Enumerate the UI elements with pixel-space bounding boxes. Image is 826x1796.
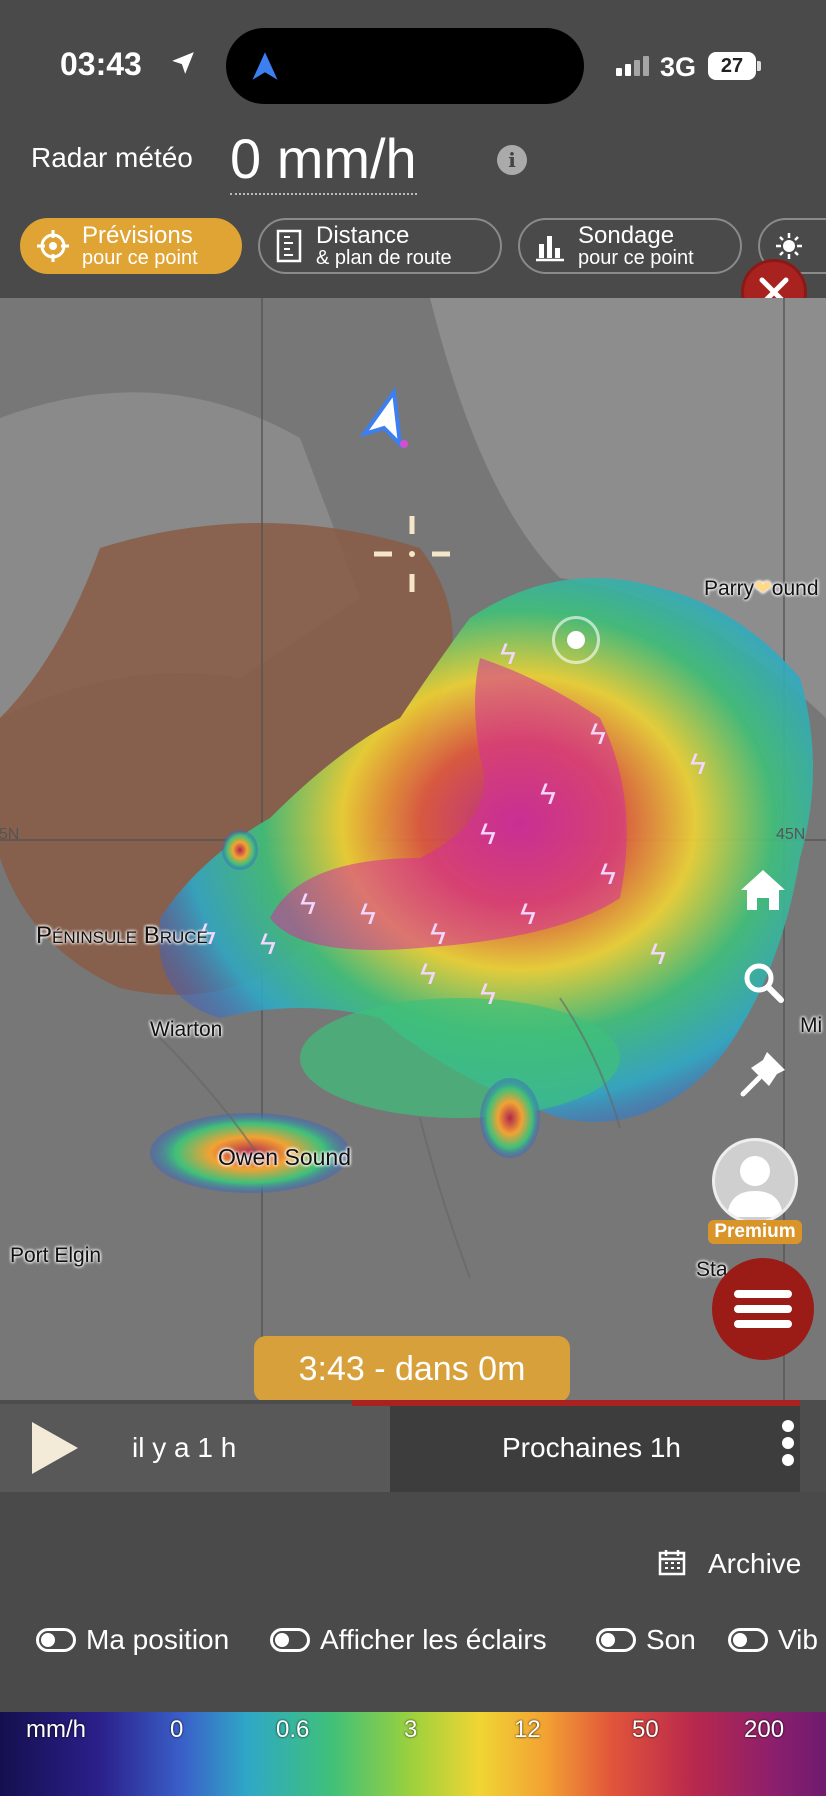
signal-icon: [616, 56, 652, 76]
distance-label: Distance: [316, 222, 410, 249]
battery-icon: 27: [708, 52, 756, 80]
bar-chart-icon: [536, 236, 564, 262]
toggle-vibration[interactable]: Vib: [728, 1622, 826, 1658]
toggle-switch: [596, 1628, 636, 1652]
lightning-icon: ϟ: [420, 958, 436, 991]
sounding-sublabel: pour ce point: [578, 247, 694, 269]
crosshair-icon: [374, 516, 450, 592]
lightning-icon: ϟ: [300, 888, 316, 921]
toggle-sound[interactable]: Son: [596, 1622, 696, 1658]
map-label-port-elgin: Port Elgin: [10, 1244, 102, 1267]
pin-icon[interactable]: [733, 1044, 793, 1104]
premium-badge[interactable]: Premium: [708, 1220, 802, 1244]
lightning-icon: ϟ: [480, 818, 496, 851]
forecast-sublabel: pour ce point: [82, 247, 198, 269]
current-location-marker: [552, 616, 600, 664]
page-title: Radar météo: [31, 142, 193, 173]
time-bubble: 3:43 - dans 0m: [254, 1336, 570, 1402]
avatar[interactable]: [712, 1138, 798, 1224]
calendar-icon[interactable]: [658, 1548, 686, 1576]
sun-icon: [776, 233, 802, 259]
sounding-button[interactable]: Sondage pour ce point: [518, 218, 742, 274]
search-icon[interactable]: [733, 952, 793, 1012]
lightning-icon: ϟ: [600, 858, 616, 891]
toggle-switch: [270, 1628, 310, 1652]
lightning-icon: ϟ: [690, 748, 706, 781]
map-label-mi: Mi: [800, 1014, 823, 1037]
location-arrow-icon: [172, 52, 194, 74]
timeline-progress: [352, 1400, 800, 1406]
user-icon: [727, 1156, 783, 1217]
lightning-icon: ϟ: [500, 638, 516, 671]
ruler-icon: [276, 229, 302, 263]
home-icon[interactable]: [733, 860, 793, 920]
archive-button[interactable]: Archive: [708, 1548, 801, 1580]
toggle-label: Son: [646, 1624, 696, 1655]
play-icon[interactable]: [32, 1422, 78, 1474]
legend-unit: mm/h: [26, 1716, 86, 1743]
toggle-label: Ma position: [86, 1624, 230, 1655]
rain-rate-value[interactable]: 0 mm/h: [230, 126, 417, 195]
battery-tip: [757, 61, 761, 71]
network-type: 3G: [660, 52, 697, 82]
map-label-wiarton: Wiarton: [150, 1018, 223, 1041]
toggle-label: Afficher les éclairs: [320, 1624, 547, 1655]
map-label-owen-sound: Owen Sound: [218, 1144, 351, 1170]
toggle-switch: [728, 1628, 768, 1652]
lightning-icon: ϟ: [540, 778, 556, 811]
radar-map[interactable]: ϟ ϟ ϟ ϟ ϟ ϟ ϟ ϟ ϟ ϟ ϟ ϟ ϟ ϟ ϟ Parry❤ound…: [0, 298, 826, 1400]
map-label-parry: Parry: [704, 577, 755, 600]
map-label-parry-suffix: ound: [771, 577, 819, 600]
lightning-icon: ϟ: [520, 898, 536, 931]
map-label-lat-left: 45N: [0, 826, 20, 843]
more-options-icon[interactable]: [778, 1420, 798, 1474]
heart-icon: ❤: [754, 577, 772, 600]
distance-route-button[interactable]: Distance & plan de route: [258, 218, 502, 274]
legend-tick: 0: [170, 1716, 184, 1743]
legend-tick: 12: [514, 1716, 541, 1743]
legend-tick: 200: [744, 1716, 785, 1743]
lightning-icon: ϟ: [430, 918, 446, 951]
distance-sublabel: & plan de route: [316, 247, 452, 269]
heading-arrow-icon: [360, 388, 408, 448]
legend-tick: 50: [632, 1716, 659, 1743]
forecast-label: Prévisions: [82, 222, 193, 249]
timeline-next-label: Prochaines 1h: [502, 1432, 682, 1463]
lightning-icon: ϟ: [480, 978, 496, 1011]
info-icon[interactable]: i: [497, 145, 527, 175]
map-label-lat-right: 45N: [776, 826, 806, 843]
crosshair-icon: [37, 230, 69, 262]
legend-tick: 3: [404, 1716, 418, 1743]
sounding-label: Sondage: [578, 222, 675, 249]
hamburger-icon: [734, 1290, 792, 1328]
lightning-icon: ϟ: [650, 938, 666, 971]
forecast-point-button[interactable]: Prévisions pour ce point: [20, 218, 242, 274]
legend-tick: 0.6: [276, 1716, 310, 1743]
toggle-label: Vib: [778, 1624, 818, 1655]
lightning-icon: ϟ: [260, 928, 276, 961]
toggle-lightning[interactable]: Afficher les éclairs: [270, 1622, 547, 1658]
map-label-peninsula: Péninsule Bruce: [36, 922, 208, 949]
toggle-switch: [36, 1628, 76, 1652]
navigation-arrow-icon: [252, 52, 278, 80]
status-time: 03:43: [60, 46, 142, 82]
toggle-my-position[interactable]: Ma position: [36, 1622, 229, 1658]
timeline-past-label: il y a 1 h: [132, 1432, 237, 1463]
lightning-layer: ϟ ϟ ϟ ϟ ϟ ϟ ϟ ϟ ϟ ϟ ϟ ϟ ϟ ϟ ϟ: [0, 298, 826, 1400]
menu-button[interactable]: [712, 1258, 814, 1360]
lightning-icon: ϟ: [590, 718, 606, 751]
lightning-icon: ϟ: [360, 898, 376, 931]
